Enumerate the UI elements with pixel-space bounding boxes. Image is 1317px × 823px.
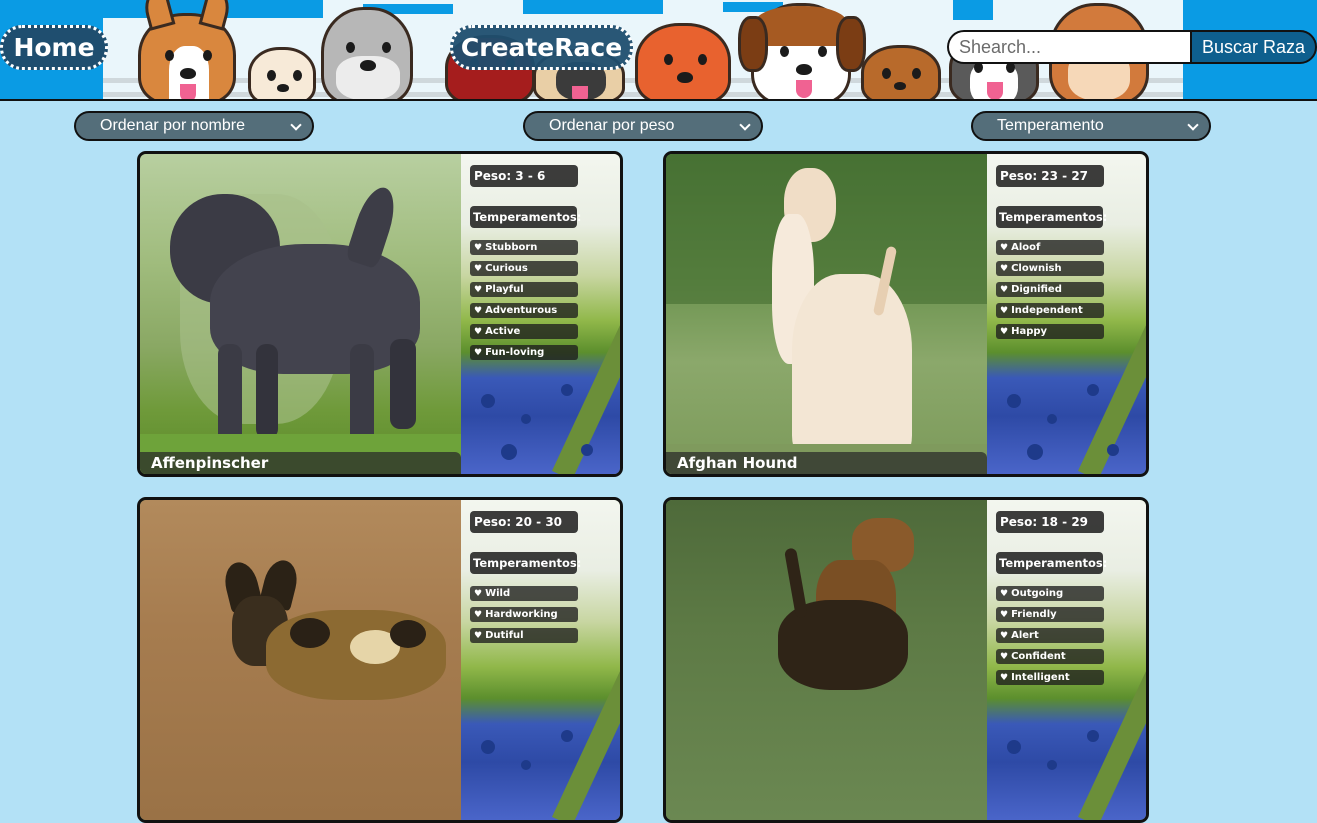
sort-by-weight-label: Ordenar por peso	[549, 117, 675, 134]
heart-icon: ♥	[474, 327, 483, 337]
dog-photo	[666, 500, 987, 820]
temperament-item: ♥ Adventurous	[470, 303, 578, 318]
temperament-list: ♥ Wild ♥ Hardworking ♥ Dutiful	[470, 586, 578, 649]
temperaments-title: Temperamentos:	[470, 206, 581, 228]
heart-icon: ♥	[474, 589, 483, 599]
heart-icon: ♥	[1000, 589, 1009, 599]
temperament-item: ♥ Stubborn	[470, 240, 578, 255]
home-link[interactable]: Home	[0, 25, 108, 70]
search-bar: Buscar Raza	[947, 30, 1317, 64]
chevron-down-icon	[290, 119, 302, 131]
dog-name: Afghan Hound	[666, 452, 987, 474]
temperament-filter-select[interactable]: Temperamento	[971, 111, 1211, 141]
heart-icon: ♥	[474, 243, 483, 253]
temperament-item: ♥ Clownish	[996, 261, 1104, 276]
heart-icon: ♥	[474, 348, 483, 358]
dog-photo	[666, 154, 987, 474]
weight-label: Peso: 3 - 6	[470, 165, 578, 187]
weight-label: Peso: 18 - 29	[996, 511, 1104, 533]
temperament-item: ♥ Intelligent	[996, 670, 1104, 685]
temperament-item: ♥ Wild	[470, 586, 578, 601]
heart-icon: ♥	[1000, 631, 1009, 641]
temperament-list: ♥ Outgoing ♥ Friendly ♥ Alert ♥ Confident ♥ I…	[996, 586, 1104, 691]
temperament-item: ♥ Active	[470, 324, 578, 339]
dog-card[interactable]: Peso: 18 - 29 Temperamentos: ♥ Outgoing ♥…	[663, 497, 1149, 823]
heart-icon: ♥	[474, 285, 483, 295]
sort-by-name-label: Ordenar por nombre	[100, 117, 245, 134]
heart-icon: ♥	[474, 264, 483, 274]
temperament-list: ♥ Aloof ♥ Clownish ♥ Dignified ♥ Independent…	[996, 240, 1104, 345]
header: Home CreateRace Buscar Raza	[0, 0, 1317, 101]
temperament-filter-label: Temperamento	[997, 117, 1104, 134]
temperament-item: ♥ Alert	[996, 628, 1104, 643]
temperament-item: ♥ Confident	[996, 649, 1104, 664]
temperaments-title: Temperamentos:	[470, 552, 581, 574]
temperament-item: ♥ Fun-loving	[470, 345, 578, 360]
heart-icon: ♥	[1000, 652, 1009, 662]
weight-label: Peso: 20 - 30	[470, 511, 578, 533]
temperament-item: ♥ Hardworking	[470, 607, 578, 622]
dog-name: Affenpinscher	[140, 452, 461, 474]
chevron-down-icon	[1187, 119, 1199, 131]
temperament-item: ♥ Dignified	[996, 282, 1104, 297]
card-side-panel	[461, 500, 620, 820]
heart-icon: ♥	[1000, 327, 1009, 337]
heart-icon: ♥	[1000, 243, 1009, 253]
heart-icon: ♥	[1000, 285, 1009, 295]
heart-icon: ♥	[474, 631, 483, 641]
dog-card[interactable]: Affenpinscher Peso: 3 - 6 Temperamentos:…	[137, 151, 623, 477]
heart-icon: ♥	[1000, 264, 1009, 274]
chevron-down-icon	[739, 119, 751, 131]
heart-icon: ♥	[474, 610, 483, 620]
temperaments-title: Temperamentos:	[996, 552, 1107, 574]
search-button[interactable]: Buscar Raza	[1190, 30, 1317, 64]
weight-label: Peso: 23 - 27	[996, 165, 1104, 187]
temperament-item: ♥ Outgoing	[996, 586, 1104, 601]
temperament-item: ♥ Friendly	[996, 607, 1104, 622]
temperament-item: ♥ Independent	[996, 303, 1104, 318]
create-race-link[interactable]: CreateRace	[450, 25, 633, 70]
heart-icon: ♥	[1000, 306, 1009, 316]
dog-photo	[140, 154, 461, 474]
search-input[interactable]	[947, 30, 1190, 64]
temperament-item: ♥ Dutiful	[470, 628, 578, 643]
dog-card[interactable]: Afghan Hound Peso: 23 - 27 Temperamentos…	[663, 151, 1149, 477]
heart-icon: ♥	[1000, 610, 1009, 620]
temperaments-title: Temperamentos:	[996, 206, 1107, 228]
temperament-item: ♥ Playful	[470, 282, 578, 297]
temperament-item: ♥ Aloof	[996, 240, 1104, 255]
dog-photo	[140, 500, 461, 820]
temperament-item: ♥ Curious	[470, 261, 578, 276]
sort-by-weight-select[interactable]: Ordenar por peso	[523, 111, 763, 141]
heart-icon: ♥	[1000, 673, 1009, 683]
dog-card[interactable]: Peso: 20 - 30 Temperamentos: ♥ Wild ♥ Hard…	[137, 497, 623, 823]
temperament-list: ♥ Stubborn ♥ Curious ♥ Playful ♥ Adventurous…	[470, 240, 578, 366]
heart-icon: ♥	[474, 306, 483, 316]
temperament-item: ♥ Happy	[996, 324, 1104, 339]
sort-by-name-select[interactable]: Ordenar por nombre	[74, 111, 314, 141]
